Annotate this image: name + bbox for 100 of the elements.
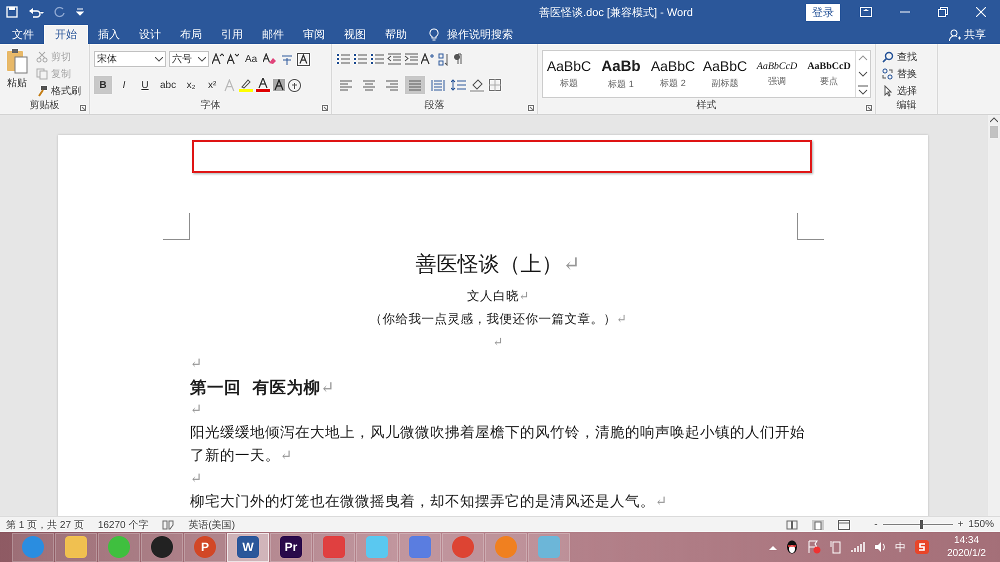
zoom-slider-thumb[interactable] [920,520,924,529]
style-item[interactable]: AaBbC 标题 [543,51,595,97]
share-button[interactable]: 共享 [964,27,986,42]
battery-icon[interactable] [830,540,842,554]
undo-icon[interactable] [28,6,44,18]
web-layout-icon[interactable] [838,520,850,530]
multilevel-list-icon[interactable] [370,53,384,65]
increase-indent-icon[interactable] [404,53,418,65]
ribbon-tab[interactable]: 视图 [335,25,375,44]
close-icon[interactable] [976,7,986,17]
save-icon[interactable] [6,6,18,18]
dialog-launcher-icon[interactable] [322,105,328,111]
character-border-icon[interactable] [297,52,310,66]
editing-button[interactable]: 查找 [880,48,919,65]
style-item[interactable]: AaBb 标题 1 [595,51,647,97]
shading-icon[interactable] [470,78,486,92]
shrink-font-icon[interactable] [227,53,239,65]
paragraph-mark-icon[interactable] [453,53,463,65]
ribbon-tab[interactable]: 引用 [212,25,252,44]
font-color-icon[interactable] [256,78,270,92]
person-add-icon[interactable] [949,28,961,40]
print-layout-icon[interactable] [812,520,824,530]
phonetic-guide-icon[interactable] [280,52,294,66]
taskbar-app[interactable] [141,532,183,562]
vertical-scrollbar[interactable] [988,115,1000,516]
document-paragraph: 阳光缓缓地倾泻在大地上，风儿微微吹拂着屋檐下的风竹铃，清脆的响声唤起小镇的人们开始了新的一天。↵ [190,424,806,466]
scrollbar-thumb[interactable] [990,126,998,138]
editing-button[interactable]: 替换 [880,65,919,82]
crop-mark-icon [797,213,824,240]
more-icon[interactable] [856,83,870,97]
language-label[interactable]: 英语(美国) [188,518,236,532]
font-size-field[interactable]: 六号 [169,51,209,67]
ribbon-tab[interactable]: 邮件 [253,25,293,44]
tell-me-search[interactable]: 操作说明搜索 [447,27,513,42]
decrease-indent-icon[interactable] [387,53,401,65]
signal-icon[interactable] [851,542,866,552]
ribbon-tab[interactable]: 帮助 [376,25,416,44]
dialog-launcher-icon[interactable] [866,105,872,111]
ribbon-display-icon[interactable] [860,7,872,17]
zoom-level[interactable]: 150% [968,519,994,530]
dialog-launcher-icon[interactable] [528,105,534,111]
format-button[interactable]: x₂ [182,76,200,94]
ribbon-tab[interactable]: 插入 [89,25,129,44]
ribbon-tab[interactable]: 文件 [3,25,43,44]
format-button[interactable]: abc [157,76,180,94]
format-button[interactable]: B [94,76,112,94]
highlight-icon[interactable] [239,78,254,92]
ribbon-tab[interactable]: 审阅 [294,25,334,44]
taskbar-app[interactable]: P [184,532,226,562]
numbered-list-icon[interactable] [353,53,367,65]
font-name-field[interactable]: 宋体 [94,51,166,67]
grow-font-icon[interactable] [212,53,224,65]
paragraph-mark: ↵ [190,471,202,487]
proofing-icon[interactable] [162,520,174,530]
word-count[interactable]: 16270 个字 [98,518,148,532]
volume-icon[interactable] [874,541,886,553]
format-button[interactable]: x² [203,76,222,94]
clock-date[interactable]: 2020/1/2 [947,547,986,560]
clear-format-icon[interactable] [263,53,278,65]
restore-icon[interactable] [938,7,948,17]
line-spacing-icon[interactable] [451,79,467,91]
zoom-in-button[interactable]: + [958,519,964,530]
editing-button[interactable]: 选择 [880,82,919,99]
format-button[interactable]: U [136,76,154,94]
scroll-up-icon[interactable] [990,117,998,123]
sort-icon[interactable] [438,52,450,66]
borders-icon[interactable] [489,79,501,91]
dialog-launcher-icon[interactable] [80,105,86,111]
ribbon-tab[interactable]: 开始 [44,25,88,44]
asian-layout-icon[interactable] [421,53,435,65]
justify-icon[interactable] [405,76,425,94]
paragraph-mark: ↵ [655,494,668,510]
input-method-icon[interactable] [915,540,930,554]
input-method-indicator[interactable]: 中 [895,540,906,554]
lightbulb-icon[interactable] [429,28,439,41]
show-hidden-icon[interactable] [769,544,778,550]
enclose-character-icon[interactable] [288,78,302,92]
taskbar-app[interactable]: Pr [270,532,312,562]
character-shading-icon[interactable] [273,79,286,91]
customize-icon[interactable] [76,8,84,16]
ribbon-tab[interactable]: 设计 [130,25,170,44]
taskbar-app[interactable]: W [227,532,269,562]
video-editor-icon: Pr [280,536,302,558]
read-mode-icon[interactable] [786,520,798,530]
style-item[interactable]: AaBbC 标题 2 [647,51,699,97]
paste-button[interactable]: 粘贴 [4,48,30,100]
change-case-button[interactable]: Aa [242,50,260,68]
zoom-out-button[interactable]: - [874,519,878,530]
redo-icon[interactable] [54,6,66,18]
ribbon-tab[interactable]: 布局 [171,25,211,44]
style-item[interactable]: AaBbC 副标题 [699,51,751,97]
sign-in-button[interactable]: 登录 [806,4,840,20]
style-item[interactable]: AaBbCcD 要点 [803,51,855,97]
style-item[interactable]: AaBbCcD 强调 [751,51,803,97]
word-processor-icon: W [237,536,259,558]
flag-icon[interactable] [807,540,822,554]
bullet-list-icon[interactable] [336,53,350,65]
format-button[interactable]: I [115,76,133,94]
clipboard-button[interactable]: 格式刷 [34,82,83,99]
clock-time[interactable]: 14:34 [954,534,980,547]
